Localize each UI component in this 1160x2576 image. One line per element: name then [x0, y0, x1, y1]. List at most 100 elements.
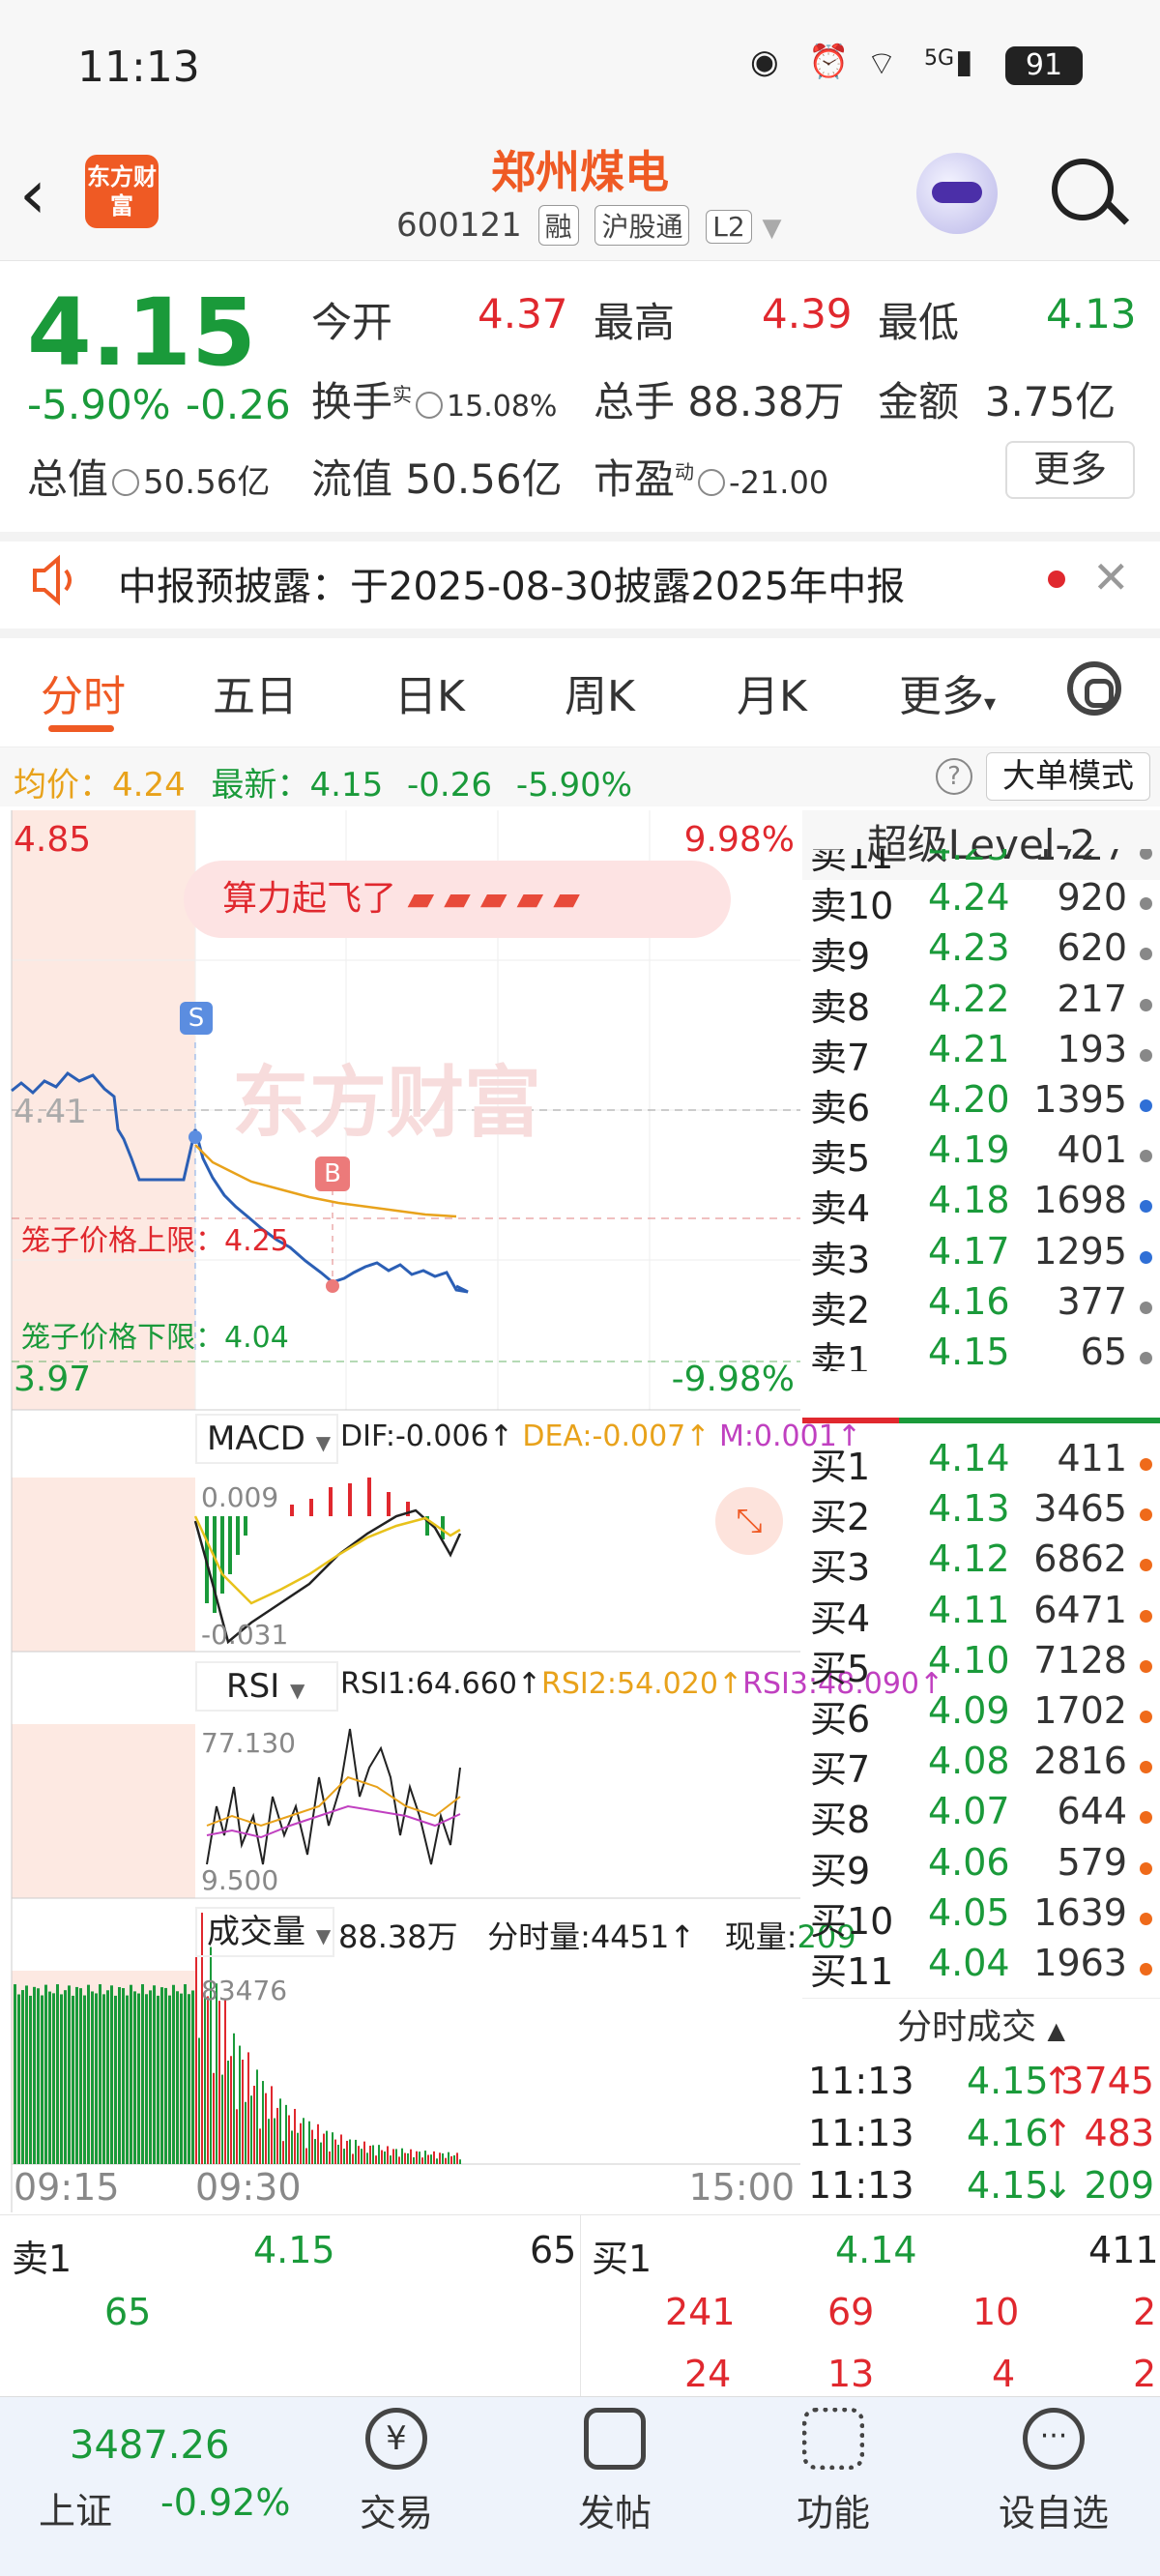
chevron-down-icon[interactable]: ▼	[763, 214, 782, 243]
tab-five-day[interactable]: 五日	[213, 661, 298, 723]
close-icon[interactable]: ✕	[1092, 551, 1130, 603]
bid-price: 4.09	[928, 1689, 1010, 1732]
bid-row[interactable]: 买7 4.08 2816	[802, 1740, 1160, 1792]
assistant-robot-icon[interactable]	[916, 153, 998, 234]
ask-row[interactable]: 卖3 4.17 1295	[802, 1230, 1160, 1281]
nav-add-watchlist[interactable]: ··· 设自选	[986, 2408, 1121, 2536]
nav-trade[interactable]: ¥ 交易	[329, 2408, 464, 2536]
buy-marker[interactable]: B	[315, 1156, 350, 1191]
macd-dea-line	[193, 1515, 461, 1605]
ask-row[interactable]: 卖4 4.18 1698	[802, 1179, 1160, 1230]
bid-row[interactable]: 买3 4.12 6862	[802, 1537, 1160, 1589]
volume-bar	[340, 2134, 342, 2164]
tab-monthly-k[interactable]: 月K	[737, 661, 807, 723]
promo-banner[interactable]: 算力起飞了 ▰▰▰▰▰	[184, 861, 731, 938]
bid-row[interactable]: 买1 4.14 411	[802, 1437, 1160, 1488]
rsi-top: 77.130	[201, 1727, 296, 1759]
rsi-selector[interactable]: RSI ▼	[195, 1661, 338, 1712]
bid-volume: 579	[1057, 1840, 1127, 1884]
ask-dot	[1140, 1301, 1152, 1314]
ask-label: 卖5	[810, 1137, 871, 1181]
volume-bar	[323, 2133, 325, 2164]
bid-volume: 411	[1057, 1437, 1127, 1479]
ask-label: 卖1	[810, 1339, 871, 1371]
chart-canvas: 东方财富	[11, 810, 800, 2212]
volume-bar	[110, 1985, 113, 2164]
volume-bar	[384, 2151, 386, 2164]
expand-icon[interactable]: ⤡	[715, 1487, 783, 1555]
bid-dot	[1140, 1861, 1152, 1875]
bid-row[interactable]: 买2 4.13 3465	[802, 1487, 1160, 1538]
tab-weekly-k[interactable]: 周K	[565, 661, 635, 723]
volume-bar	[404, 2152, 406, 2164]
queue-item: 69	[827, 2291, 875, 2333]
bid-price: 4.10	[928, 1638, 1010, 1682]
bid-label: 买7	[810, 1748, 871, 1792]
bid-row[interactable]: 买10 4.05 1639	[802, 1891, 1160, 1943]
banner-text: 算力起飞了	[222, 879, 397, 919]
ask-row[interactable]: 卖10 4.24 920	[802, 876, 1160, 927]
ask-row[interactable]: 卖1 4.15 65	[802, 1331, 1160, 1371]
volume-bar	[349, 2139, 351, 2164]
index-name[interactable]: 上证	[39, 2481, 112, 2534]
volume-bar	[375, 2155, 377, 2164]
tab-intraday[interactable]: 分时	[41, 661, 126, 723]
signal-icon: ▮	[955, 43, 973, 81]
nav-functions[interactable]: 功能	[766, 2408, 901, 2536]
nav-post[interactable]: 发帖	[547, 2408, 682, 2536]
ref-price: 4.41	[14, 1093, 87, 1131]
bid-price: 4.11	[928, 1588, 1010, 1631]
more-button[interactable]: 更多	[1005, 441, 1135, 499]
bid-ask-ratio-red	[802, 1418, 899, 1423]
ask-volume: 1395	[1033, 1078, 1127, 1121]
bid-row[interactable]: 买11 4.04 1963	[802, 1942, 1160, 1993]
volume-bar	[95, 1993, 98, 2164]
help-icon[interactable]: ?	[936, 758, 972, 795]
big-order-mode-button[interactable]: 大单模式	[986, 752, 1150, 801]
macd-bottom: -0.031	[201, 1619, 289, 1651]
index-value[interactable]: 3487.26	[70, 2423, 229, 2468]
trades-title[interactable]: 分时成交 ▲	[802, 1998, 1160, 2056]
ask-row[interactable]: 卖5 4.19 401	[802, 1128, 1160, 1181]
notice-text[interactable]: 中报预披露：于2025-08-30披露2025年中报	[118, 555, 905, 611]
yen-icon: ¥	[365, 2408, 427, 2470]
battery-icon: 91	[1005, 46, 1083, 85]
volume-selector[interactable]: 成交量 ▼	[195, 1907, 334, 1957]
avg-price: 4.24	[112, 766, 186, 805]
ask-row[interactable]: 卖7 4.21 193	[802, 1028, 1160, 1079]
ask-price: 4.16	[928, 1279, 1010, 1323]
ask-row[interactable]: 卖2 4.16 377	[802, 1279, 1160, 1332]
bid-row[interactable]: 买8 4.07 644	[802, 1790, 1160, 1841]
open-value: 4.37	[478, 290, 568, 337]
bid-row[interactable]: 买6 4.09 1702	[802, 1689, 1160, 1741]
bid-row[interactable]: 买9 4.06 579	[802, 1840, 1160, 1892]
upper-limit-label: 笼子价格上限：4.25	[21, 1224, 289, 1258]
gear-icon[interactable]	[1067, 661, 1121, 716]
volume-bar	[439, 2152, 441, 2164]
status-bar: 11:13 ◉ ⏰ ⌔ 5G ▮ 91	[0, 0, 1160, 135]
ask-row[interactable]: 卖8 4.22 217	[802, 978, 1160, 1029]
volume-bar	[221, 2074, 223, 2164]
volume-bar	[172, 1984, 175, 2164]
bid-row[interactable]: 买4 4.11 6471	[802, 1588, 1160, 1640]
ask-row[interactable]: 卖6 4.20 1395	[802, 1078, 1160, 1129]
volume-bar	[450, 2155, 452, 2164]
tab-daily-k[interactable]: 日K	[394, 661, 465, 723]
ask-label: 卖11	[810, 849, 894, 877]
volume-bar	[395, 2149, 397, 2164]
ask-row[interactable]: 卖9 4.23 620	[802, 926, 1160, 978]
macd-selector[interactable]: MACD ▼	[195, 1414, 338, 1464]
search-icon[interactable]	[1052, 159, 1114, 220]
trade-price: 4.16	[967, 2112, 1049, 2154]
sell-marker[interactable]: S	[180, 1002, 213, 1035]
bid-price: 4.08	[928, 1740, 1010, 1783]
tab-more[interactable]: 更多▾	[899, 661, 996, 723]
volume-bar	[157, 1995, 160, 2164]
volume-bar	[83, 1995, 86, 2164]
level2-order-book[interactable]: 超级Level-2 卖114.251727卖104.24920卖94.23620…	[802, 810, 1160, 2212]
intraday-chart[interactable]: 东方财富 4.85 9.98% 3.97 -9.98% 4.41 算力起飞了 ▰…	[0, 810, 943, 2212]
index-change[interactable]: -0.92%	[160, 2481, 290, 2524]
bid-row[interactable]: 买5 4.10 7128	[802, 1638, 1160, 1690]
bid-dot	[1140, 1761, 1152, 1774]
ask-row[interactable]: 卖11 4.25 1727	[802, 849, 1160, 877]
